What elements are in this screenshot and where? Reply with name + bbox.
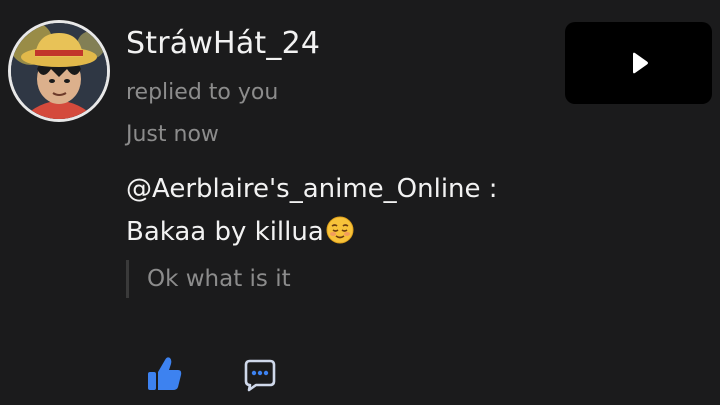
relieved-face-emoji-icon <box>326 215 354 258</box>
comment-text: Bakaa by killua <box>126 217 324 247</box>
thumbs-up-icon[interactable] <box>142 352 186 396</box>
comment-mention-line: @Aerblaire's_anime_Online : <box>126 174 498 204</box>
avatar[interactable] <box>8 20 110 122</box>
reply-notification[interactable]: StráwHát_24 replied to you Just now @Aer… <box>0 0 720 405</box>
quoted-message: Ok what is it <box>126 260 291 298</box>
video-thumbnail[interactable] <box>565 22 712 104</box>
comment-body[interactable]: @Aerblaire's_anime_Online : Bakaa by kil… <box>126 168 566 258</box>
username[interactable]: StráwHát_24 <box>126 26 320 61</box>
play-icon <box>625 49 653 81</box>
action-text: replied to you <box>126 80 279 105</box>
timestamp: Just now <box>126 122 219 147</box>
comment-text-line: Bakaa by killua <box>126 211 566 258</box>
chat-bubble-icon[interactable] <box>240 355 280 395</box>
